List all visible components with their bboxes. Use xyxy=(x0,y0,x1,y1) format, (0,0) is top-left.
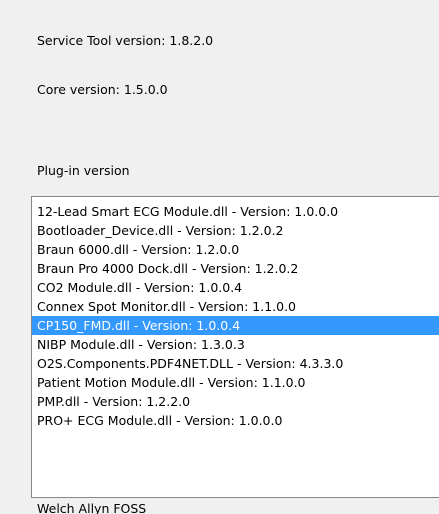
list-item[interactable]: PMP.dll - Version: 1.2.2.0 xyxy=(32,392,439,411)
list-item[interactable]: 12-Lead Smart ECG Module.dll - Version: … xyxy=(32,202,439,221)
list-item[interactable]: Braun 6000.dll - Version: 1.2.0.0 xyxy=(32,240,439,259)
plugin-version-heading: Plug-in version xyxy=(37,163,130,178)
list-item[interactable]: Braun Pro 4000 Dock.dll - Version: 1.2.0… xyxy=(32,259,439,278)
list-item[interactable]: PRO+ ECG Module.dll - Version: 1.0.0.0 xyxy=(32,411,439,430)
list-item[interactable]: Connex Spot Monitor.dll - Version: 1.1.0… xyxy=(32,297,439,316)
list-item[interactable]: Bootloader_Device.dll - Version: 1.2.0.2 xyxy=(32,221,439,240)
plugin-list-items: 12-Lead Smart ECG Module.dll - Version: … xyxy=(32,202,439,430)
list-item[interactable]: O2S.Components.PDF4NET.DLL - Version: 4.… xyxy=(32,354,439,373)
list-item[interactable]: CO2 Module.dll - Version: 1.0.0.4 xyxy=(32,278,439,297)
list-item[interactable]: Patient Motion Module.dll - Version: 1.1… xyxy=(32,373,439,392)
core-version-label: Core version: 1.5.0.0 xyxy=(37,82,168,97)
welch-allyn-foss-label: Welch Allyn FOSS xyxy=(37,501,147,514)
list-item-selected[interactable]: CP150_FMD.dll - Version: 1.0.0.4 xyxy=(32,316,439,335)
list-item[interactable]: NIBP Module.dll - Version: 1.3.0.3 xyxy=(32,335,439,354)
plugin-version-listbox[interactable]: 12-Lead Smart ECG Module.dll - Version: … xyxy=(31,196,439,498)
service-tool-version-label: Service Tool version: 1.8.2.0 xyxy=(37,33,214,48)
